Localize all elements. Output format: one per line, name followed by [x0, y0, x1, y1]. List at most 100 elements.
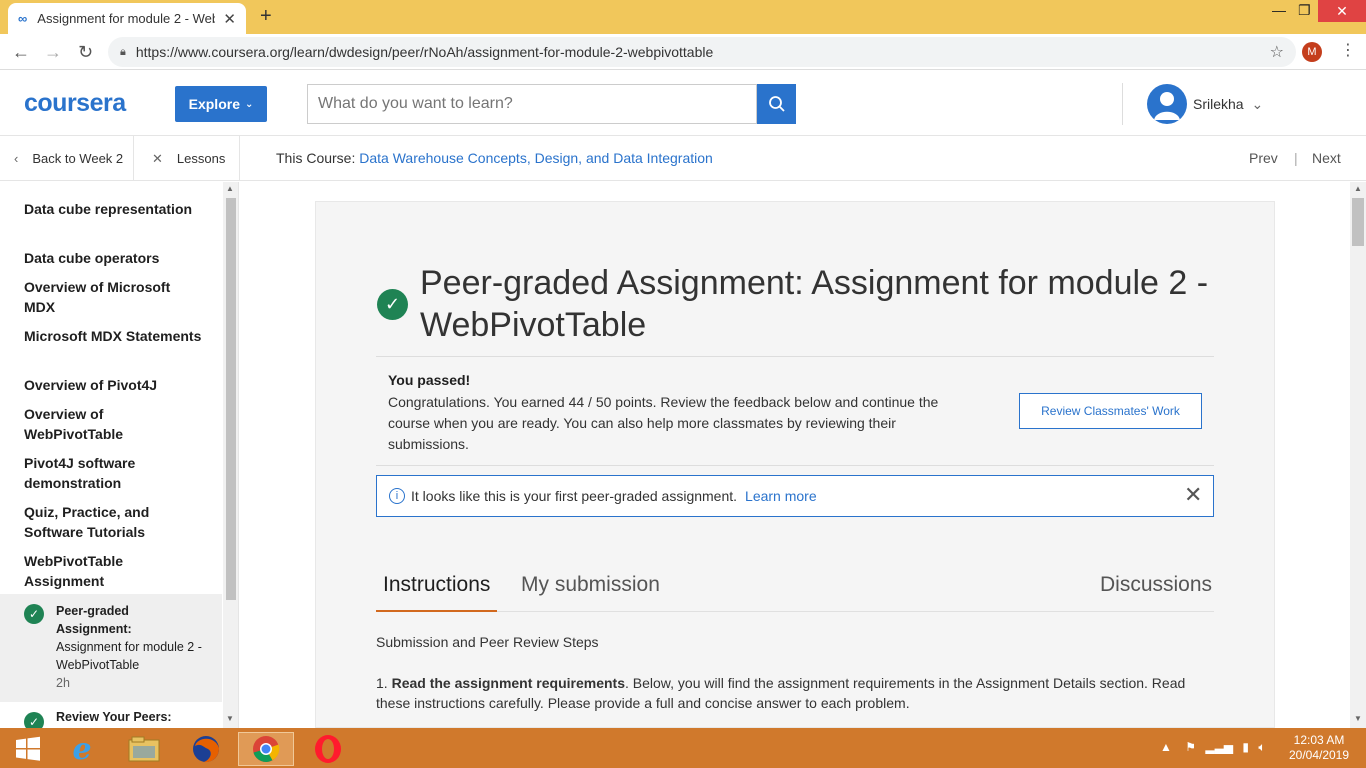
main-scrollbar[interactable] [1350, 182, 1366, 728]
chrome-icon [253, 736, 280, 763]
tab-instructions[interactable]: Instructions [383, 573, 490, 597]
taskbar-clock[interactable]: 12:03 AM 20/04/2019 [1286, 733, 1352, 763]
course-link[interactable]: Data Warehouse Concepts, Design, and Dat… [359, 150, 713, 166]
header-divider [1122, 83, 1123, 125]
profile-avatar[interactable]: M [1302, 42, 1322, 62]
taskbar-chrome[interactable] [238, 732, 294, 766]
new-tab-button[interactable]: + [260, 5, 272, 28]
page-title: Peer-graded Assignment: Assignment for m… [420, 264, 1209, 344]
sidebar-item-mdx-statements[interactable]: Microsoft MDX Statements [24, 326, 204, 346]
taskbar-explorer[interactable] [116, 732, 172, 766]
clock-date: 20/04/2019 [1288, 748, 1350, 762]
browser-tab-title: Assignment for module 2 - WebF [37, 11, 216, 26]
battery-icon[interactable]: ▮ [1242, 740, 1249, 754]
divider [376, 356, 1214, 357]
search-input[interactable] [307, 84, 757, 124]
window-close-icon[interactable]: ✕ [1318, 0, 1366, 22]
sidebar-item-pivot4j-overview[interactable]: Overview of Pivot4J [24, 375, 204, 395]
restore-icon[interactable]: ❐ [1298, 2, 1311, 19]
sidebar-item-pivot4j-demo[interactable]: Pivot4J software demonstration [24, 453, 204, 493]
step-1-bold: Read the assignment requirements [391, 675, 625, 691]
folder-icon [128, 736, 160, 762]
close-icon: ✕ [152, 150, 163, 166]
taskbar-firefox[interactable] [178, 732, 234, 766]
user-name: Srilekha [1193, 96, 1244, 112]
search-button[interactable] [757, 84, 796, 124]
kebab-menu-icon[interactable]: ⋮ [1340, 40, 1356, 60]
bookmark-star-icon[interactable]: ☆ [1270, 42, 1284, 62]
review-classmates-button[interactable]: Review Classmates' Work [1019, 393, 1202, 429]
back-arrow-icon[interactable]: ← [12, 42, 30, 63]
tab-discussions[interactable]: Discussions [1100, 573, 1212, 597]
site-header: coursera Explore ⌄ Srilekha ⌄ [0, 71, 1366, 136]
sidebar-item-microsoft-mdx-overview[interactable]: Overview of Microsoft MDX [24, 277, 204, 317]
network-icon[interactable]: ▂▃▅ [1205, 740, 1233, 754]
step-1-number: 1. [376, 675, 388, 691]
internet-explorer-icon: e [72, 731, 92, 767]
divider [376, 465, 1214, 466]
volume-icon[interactable]: 🔈︎ [1258, 740, 1265, 754]
active-item-title: Peer-graded Assignment: Assignment for m… [56, 602, 206, 674]
check-circle-icon: ✓ [24, 604, 44, 624]
reload-icon[interactable]: ↻ [78, 42, 93, 63]
active-item-name: Assignment for module 2 - WebPivotTable [56, 640, 202, 672]
sidebar-item-webpivottable-overview[interactable]: Overview of WebPivotTable [24, 404, 204, 444]
close-icon[interactable]: ✕ [1184, 484, 1202, 506]
passed-heading: You passed! [388, 372, 471, 388]
taskbar-opera[interactable] [300, 732, 356, 766]
scroll-up-arrow-icon[interactable]: ▲ [226, 184, 234, 193]
sidebar-item-review-peers[interactable]: Review Your Peers: [56, 710, 172, 724]
learn-more-link[interactable]: Learn more [745, 488, 817, 504]
scroll-down-arrow-icon[interactable]: ▼ [1354, 714, 1362, 723]
back-to-week-button[interactable]: ‹ Back to Week 2 [0, 136, 134, 181]
sidebar-item-data-cube-operators[interactable]: Data cube operators [24, 248, 204, 268]
course-prefix: This Course: [276, 150, 356, 166]
step-1-text: 1. Read the assignment requirements. Bel… [376, 673, 1206, 713]
sidebar-item-quiz-practice[interactable]: Quiz, Practice, and Software Tutorials [24, 502, 204, 542]
tab-close-icon[interactable]: ✕ [223, 10, 236, 28]
show-hidden-icons-icon[interactable]: ▲ [1160, 740, 1172, 754]
info-text: It looks like this is your first peer-gr… [411, 488, 738, 504]
forward-arrow-icon[interactable]: → [44, 42, 62, 63]
coursera-logo[interactable]: coursera [24, 89, 126, 118]
opera-icon [315, 735, 341, 763]
browser-toolbar: ← → ↻ 🔒︎ https://www.coursera.org/learn/… [0, 34, 1366, 70]
course-subnav: ‹ Back to Week 2 ✕ Lessons This Course: … [0, 136, 1366, 181]
url-text[interactable]: https://www.coursera.org/learn/dwdesign/… [136, 44, 1270, 60]
next-button[interactable]: Next [1312, 150, 1341, 166]
start-button[interactable] [0, 732, 56, 766]
clock-time: 12:03 AM [1293, 733, 1345, 747]
action-center-icon[interactable]: ⚑ [1185, 740, 1196, 754]
explore-label: Explore [188, 96, 240, 112]
back-label: Back to Week 2 [32, 151, 124, 166]
chevron-down-icon: ⌄ [1251, 96, 1264, 112]
passed-message: Congratulations. You earned 44 / 50 poin… [388, 394, 939, 452]
passed-check-icon: ✓ [377, 289, 408, 320]
sidebar-item-webpivottable-assignment[interactable]: WebPivotTable Assignment [24, 551, 204, 591]
scroll-up-arrow-icon[interactable]: ▲ [1354, 184, 1362, 193]
scroll-down-arrow-icon[interactable]: ▼ [226, 714, 234, 723]
user-avatar-icon[interactable] [1147, 84, 1187, 124]
system-tray[interactable]: ▲ ⚑ ▂▃▅ ▮ 🔈︎ [1160, 740, 1266, 755]
coursera-favicon-icon: ∞ [18, 11, 28, 26]
taskbar-ie[interactable]: e [54, 731, 110, 767]
explore-button[interactable]: Explore ⌄ [175, 86, 267, 122]
check-circle-icon: ✓ [24, 712, 44, 728]
sidebar-item-data-cube-representation[interactable]: Data cube representation [24, 199, 204, 219]
prev-button[interactable]: Prev [1249, 150, 1278, 166]
tab-my-submission[interactable]: My submission [521, 573, 660, 597]
main-scrollbar-thumb[interactable] [1352, 198, 1364, 246]
user-menu[interactable]: Srilekha ⌄ [1193, 96, 1263, 113]
browser-tab[interactable]: ∞ Assignment for module 2 - WebF ✕ [8, 3, 246, 34]
minimize-icon[interactable]: — [1272, 2, 1286, 18]
chevron-left-icon: ‹ [14, 151, 19, 166]
info-banner: i It looks like this is your first peer-… [376, 475, 1214, 517]
address-bar[interactable]: 🔒︎ https://www.coursera.org/learn/dwdesi… [108, 37, 1296, 67]
windows-logo-icon [16, 736, 40, 761]
lessons-toggle-button[interactable]: ✕ Lessons [134, 136, 240, 181]
sidebar-scrollbar-thumb[interactable] [226, 198, 236, 600]
lock-icon: 🔒︎ [120, 45, 126, 58]
chevron-down-icon: ⌄ [244, 98, 254, 110]
lessons-label: Lessons [176, 151, 226, 166]
course-breadcrumb: This Course: Data Warehouse Concepts, De… [276, 150, 713, 166]
